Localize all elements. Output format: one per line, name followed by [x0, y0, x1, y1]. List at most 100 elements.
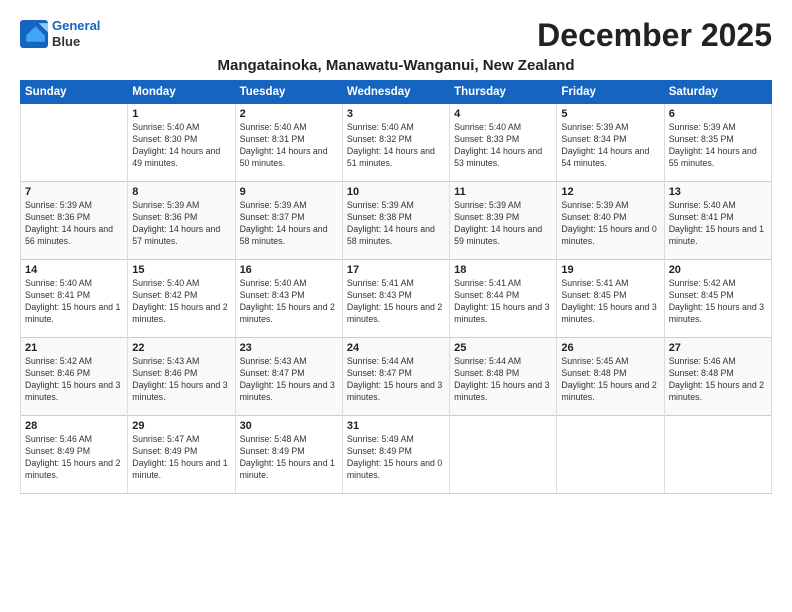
day-info: Sunrise: 5:40 AM Sunset: 8:41 PM Dayligh… — [25, 278, 123, 326]
day-number: 29 — [132, 420, 230, 432]
day-info: Sunrise: 5:39 AM Sunset: 8:36 PM Dayligh… — [25, 200, 123, 248]
day-header-saturday: Saturday — [664, 81, 771, 104]
day-info: Sunrise: 5:44 AM Sunset: 8:47 PM Dayligh… — [347, 356, 445, 404]
day-info: Sunrise: 5:47 AM Sunset: 8:49 PM Dayligh… — [132, 434, 230, 482]
day-number: 12 — [561, 186, 659, 198]
day-header-friday: Friday — [557, 81, 664, 104]
day-info: Sunrise: 5:39 AM Sunset: 8:35 PM Dayligh… — [669, 122, 767, 170]
calendar-week-row: 1 Sunrise: 5:40 AM Sunset: 8:30 PM Daylig… — [21, 104, 772, 182]
calendar-cell: 17 Sunrise: 5:41 AM Sunset: 8:43 PM Dayli… — [342, 260, 449, 338]
day-number: 24 — [347, 342, 445, 354]
calendar-week-row: 14 Sunrise: 5:40 AM Sunset: 8:41 PM Dayli… — [21, 260, 772, 338]
day-number: 15 — [132, 264, 230, 276]
day-number: 9 — [240, 186, 338, 198]
day-number: 2 — [240, 108, 338, 120]
day-info: Sunrise: 5:46 AM Sunset: 8:48 PM Dayligh… — [669, 356, 767, 404]
calendar-cell: 22 Sunrise: 5:43 AM Sunset: 8:46 PM Dayli… — [128, 338, 235, 416]
calendar-cell: 20 Sunrise: 5:42 AM Sunset: 8:45 PM Dayli… — [664, 260, 771, 338]
day-number: 23 — [240, 342, 338, 354]
day-info: Sunrise: 5:43 AM Sunset: 8:46 PM Dayligh… — [132, 356, 230, 404]
calendar-cell: 9 Sunrise: 5:39 AM Sunset: 8:37 PM Daylig… — [235, 182, 342, 260]
calendar-cell: 12 Sunrise: 5:39 AM Sunset: 8:40 PM Dayli… — [557, 182, 664, 260]
logo-line1: General — [52, 18, 100, 33]
day-info: Sunrise: 5:39 AM Sunset: 8:37 PM Dayligh… — [240, 200, 338, 248]
day-number: 22 — [132, 342, 230, 354]
day-number: 1 — [132, 108, 230, 120]
day-info: Sunrise: 5:40 AM Sunset: 8:42 PM Dayligh… — [132, 278, 230, 326]
calendar-cell: 6 Sunrise: 5:39 AM Sunset: 8:35 PM Daylig… — [664, 104, 771, 182]
day-header-tuesday: Tuesday — [235, 81, 342, 104]
calendar-cell: 31Sunrise: 5:49 AM Sunset: 8:49 PM Dayli… — [342, 416, 449, 494]
day-number: 25 — [454, 342, 552, 354]
day-info: Sunrise: 5:40 AM Sunset: 8:30 PM Dayligh… — [132, 122, 230, 170]
logo-icon — [20, 20, 48, 48]
day-number: 17 — [347, 264, 445, 276]
calendar-cell: 4Sunrise: 5:40 AM Sunset: 8:33 PM Daylig… — [450, 104, 557, 182]
calendar-cell: 8 Sunrise: 5:39 AM Sunset: 8:36 PM Daylig… — [128, 182, 235, 260]
calendar-cell: 1 Sunrise: 5:40 AM Sunset: 8:30 PM Daylig… — [128, 104, 235, 182]
day-number: 30 — [240, 420, 338, 432]
day-info: Sunrise: 5:39 AM Sunset: 8:34 PM Dayligh… — [561, 122, 659, 170]
day-header-sunday: Sunday — [21, 81, 128, 104]
day-number: 31 — [347, 420, 445, 432]
day-header-wednesday: Wednesday — [342, 81, 449, 104]
logo: General Blue — [20, 18, 100, 49]
day-info: Sunrise: 5:46 AM Sunset: 8:49 PM Dayligh… — [25, 434, 123, 482]
calendar-week-row: 7 Sunrise: 5:39 AM Sunset: 8:36 PM Daylig… — [21, 182, 772, 260]
day-number: 13 — [669, 186, 767, 198]
logo-text: General Blue — [52, 18, 100, 49]
day-number: 26 — [561, 342, 659, 354]
day-info: Sunrise: 5:41 AM Sunset: 8:45 PM Dayligh… — [561, 278, 659, 326]
title-block: December 2025 — [537, 18, 772, 53]
day-info: Sunrise: 5:41 AM Sunset: 8:44 PM Dayligh… — [454, 278, 552, 326]
day-info: Sunrise: 5:40 AM Sunset: 8:31 PM Dayligh… — [240, 122, 338, 170]
calendar-cell: 7 Sunrise: 5:39 AM Sunset: 8:36 PM Daylig… — [21, 182, 128, 260]
day-number: 4 — [454, 108, 552, 120]
calendar-cell: 10Sunrise: 5:39 AM Sunset: 8:38 PM Dayli… — [342, 182, 449, 260]
day-number: 10 — [347, 186, 445, 198]
logo-line2: Blue — [52, 34, 100, 50]
calendar-cell: 25Sunrise: 5:44 AM Sunset: 8:48 PM Dayli… — [450, 338, 557, 416]
day-number: 14 — [25, 264, 123, 276]
calendar-cell: 3Sunrise: 5:40 AM Sunset: 8:32 PM Daylig… — [342, 104, 449, 182]
calendar-cell: 19Sunrise: 5:41 AM Sunset: 8:45 PM Dayli… — [557, 260, 664, 338]
calendar-cell: 24 Sunrise: 5:44 AM Sunset: 8:47 PM Dayli… — [342, 338, 449, 416]
day-number: 16 — [240, 264, 338, 276]
day-info: Sunrise: 5:43 AM Sunset: 8:47 PM Dayligh… — [240, 356, 338, 404]
day-info: Sunrise: 5:48 AM Sunset: 8:49 PM Dayligh… — [240, 434, 338, 482]
calendar-cell: 18Sunrise: 5:41 AM Sunset: 8:44 PM Dayli… — [450, 260, 557, 338]
day-info: Sunrise: 5:40 AM Sunset: 8:43 PM Dayligh… — [240, 278, 338, 326]
calendar-cell: 28Sunrise: 5:46 AM Sunset: 8:49 PM Dayli… — [21, 416, 128, 494]
page: General Blue December 2025 Mangatainoka,… — [0, 0, 792, 504]
calendar-cell: 14 Sunrise: 5:40 AM Sunset: 8:41 PM Dayli… — [21, 260, 128, 338]
calendar-cell: 11Sunrise: 5:39 AM Sunset: 8:39 PM Dayli… — [450, 182, 557, 260]
calendar-cell: 2 Sunrise: 5:40 AM Sunset: 8:31 PM Daylig… — [235, 104, 342, 182]
day-header-monday: Monday — [128, 81, 235, 104]
calendar-cell: 15 Sunrise: 5:40 AM Sunset: 8:42 PM Dayli… — [128, 260, 235, 338]
day-info: Sunrise: 5:42 AM Sunset: 8:45 PM Dayligh… — [669, 278, 767, 326]
subtitle: Mangatainoka, Manawatu-Wanganui, New Zea… — [20, 57, 772, 74]
calendar-cell — [664, 416, 771, 494]
calendar-week-row: 28Sunrise: 5:46 AM Sunset: 8:49 PM Dayli… — [21, 416, 772, 494]
day-info: Sunrise: 5:39 AM Sunset: 8:36 PM Dayligh… — [132, 200, 230, 248]
calendar-cell: 13 Sunrise: 5:40 AM Sunset: 8:41 PM Dayli… — [664, 182, 771, 260]
calendar-table: SundayMondayTuesdayWednesdayThursdayFrid… — [20, 80, 772, 494]
calendar-cell: 26 Sunrise: 5:45 AM Sunset: 8:48 PM Dayli… — [557, 338, 664, 416]
day-info: Sunrise: 5:40 AM Sunset: 8:32 PM Dayligh… — [347, 122, 445, 170]
day-info: Sunrise: 5:40 AM Sunset: 8:41 PM Dayligh… — [669, 200, 767, 248]
day-number: 8 — [132, 186, 230, 198]
day-info: Sunrise: 5:41 AM Sunset: 8:43 PM Dayligh… — [347, 278, 445, 326]
calendar-cell: 30 Sunrise: 5:48 AM Sunset: 8:49 PM Dayli… — [235, 416, 342, 494]
calendar-cell: 23 Sunrise: 5:43 AM Sunset: 8:47 PM Dayli… — [235, 338, 342, 416]
day-header-thursday: Thursday — [450, 81, 557, 104]
day-info: Sunrise: 5:39 AM Sunset: 8:40 PM Dayligh… — [561, 200, 659, 248]
calendar-cell — [557, 416, 664, 494]
calendar-cell — [450, 416, 557, 494]
calendar-cell — [21, 104, 128, 182]
header: General Blue December 2025 — [20, 18, 772, 53]
day-number: 6 — [669, 108, 767, 120]
day-number: 27 — [669, 342, 767, 354]
day-number: 7 — [25, 186, 123, 198]
day-number: 20 — [669, 264, 767, 276]
day-info: Sunrise: 5:45 AM Sunset: 8:48 PM Dayligh… — [561, 356, 659, 404]
